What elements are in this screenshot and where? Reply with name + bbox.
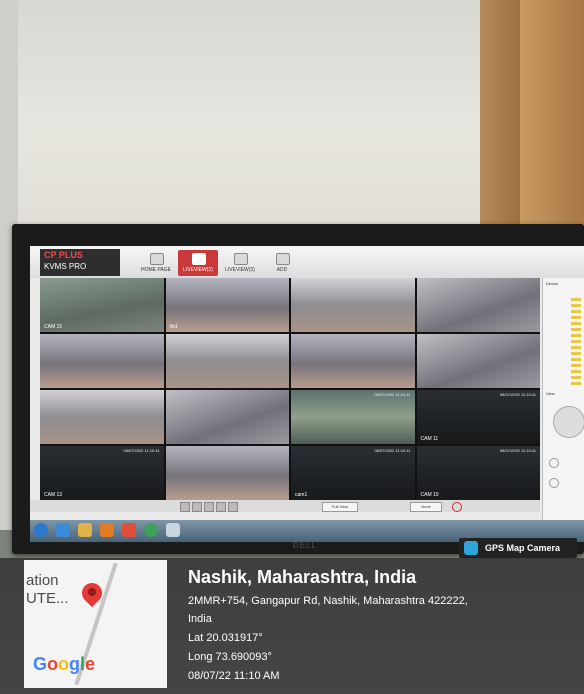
camera-label: hb1 (169, 324, 178, 330)
tab-label: LIVEVIEW(3) (225, 267, 255, 273)
layout-1-icon[interactable] (180, 502, 190, 512)
liveview-icon (192, 253, 206, 265)
home-icon (150, 253, 164, 265)
camera-timestamp: 08/07/2022 11:10:11 (374, 392, 411, 397)
location-address: 2MMR+754, Gangapur Rd, Nashik, Maharasht… (188, 595, 468, 607)
camera-tile[interactable]: 08/07/2022 11:10:11 cam1 (291, 446, 415, 500)
camera-timestamp: 08/07/2022 11:10:11 (374, 448, 411, 453)
camera-tile[interactable] (40, 334, 164, 388)
longitude: Long 73.690093° (188, 651, 272, 663)
camera-tile[interactable] (291, 278, 415, 332)
map-label: ation (26, 572, 59, 589)
liveview-icon (234, 253, 248, 265)
camera-tile[interactable] (165, 390, 289, 444)
map-pin-dot (88, 588, 96, 596)
location-country: India (188, 613, 212, 625)
camera-tile[interactable] (416, 334, 540, 388)
camera-tile[interactable] (291, 334, 415, 388)
door (520, 0, 584, 240)
ptz-control-pad[interactable] (553, 406, 584, 438)
zoom-in-icon[interactable] (549, 458, 559, 468)
tab-liveview-2[interactable]: LIVEVIEW(2) (178, 250, 218, 276)
location-city: Nashik, Maharashtra, India (188, 567, 417, 587)
layout-custom-icon[interactable] (228, 502, 238, 512)
camera-label: cam1 (295, 492, 308, 498)
ie-icon[interactable] (56, 523, 70, 537)
app-icon[interactable] (122, 523, 136, 537)
latitude: Lat 20.031917° (188, 632, 263, 644)
tab-label: HOME PAGE (141, 267, 171, 273)
record-icon[interactable] (452, 502, 462, 512)
layout-16-icon[interactable] (216, 502, 226, 512)
tab-label: ADD (276, 267, 288, 273)
camera-label: CAM 13 (44, 492, 63, 498)
camera-timestamp: 08/07/2022 11:10:11 (123, 448, 160, 453)
camera-tile[interactable]: 08/07/2022 11:10:11 CAM 10 (416, 446, 540, 500)
add-icon (276, 253, 290, 265)
camera-label: CAM 10 (420, 492, 439, 498)
door-frame (480, 0, 520, 235)
kvms-icon[interactable] (166, 523, 180, 537)
google-letter: g (69, 654, 81, 674)
google-letter: G (33, 654, 48, 674)
device-panel-title: Device (546, 281, 559, 286)
camera-tile[interactable]: 08/07/2022 11:10:11 CAM 13 (40, 446, 164, 500)
camera-tile[interactable] (165, 334, 289, 388)
tab-home-page[interactable]: HOME PAGE (136, 250, 176, 276)
camera-timestamp: 08/07/2022 11:10:11 (499, 392, 536, 397)
camera-tile[interactable]: CAM 15 (40, 278, 164, 332)
camera-tile[interactable] (416, 278, 540, 332)
camera-timestamp: 08/07/2022 11:10:11 (499, 448, 536, 453)
gps-app-badge: GPS Map Camera (459, 538, 577, 558)
tab-label: LIVEVIEW(2) (183, 267, 213, 273)
monitor-brand: DELL (293, 541, 318, 550)
device-list[interactable] (571, 298, 581, 388)
map-label: UTE... (26, 590, 69, 607)
device-panel: Device View (542, 278, 584, 542)
app-toolbar: CP PLUS KVMS PRO HOME PAGE LIVEVIEW(2) L… (30, 246, 584, 278)
logo-product: KVMS PRO (44, 262, 87, 271)
cctv-screen: CP PLUS KVMS PRO HOME PAGE LIVEVIEW(2) L… (30, 246, 584, 542)
view-panel-title: View (546, 391, 555, 396)
camera-tile[interactable]: hb1 (165, 278, 289, 332)
app-logo: CP PLUS KVMS PRO (40, 249, 120, 276)
tab-add[interactable]: ADD (262, 250, 302, 276)
gps-camera-icon (464, 541, 478, 555)
stream-select[interactable]: None (410, 502, 442, 512)
layout-9-icon[interactable] (204, 502, 214, 512)
google-letter: o (58, 654, 70, 674)
camera-tile[interactable] (40, 390, 164, 444)
layout-4-icon[interactable] (192, 502, 202, 512)
logo-brand: CP PLUS (44, 250, 83, 260)
chrome-icon[interactable] (144, 523, 158, 537)
camera-label: CAM 15 (44, 324, 63, 330)
layout-controls: Full View None (30, 500, 540, 512)
gps-app-label: GPS Map Camera (485, 543, 561, 553)
camera-grid: CAM 15 hb1 08/07/2022 11:10:11 08/07/202… (40, 278, 540, 500)
zoom-out-icon[interactable] (549, 478, 559, 488)
start-icon[interactable] (34, 523, 48, 537)
media-icon[interactable] (100, 523, 114, 537)
capture-datetime: 08/07/22 11:10 AM (188, 670, 280, 682)
google-letter: o (47, 654, 59, 674)
camera-tile[interactable]: 08/07/2022 11:10:11 (291, 390, 415, 444)
google-logo: Google (33, 654, 95, 675)
folder-icon[interactable] (78, 523, 92, 537)
camera-label: CAM 11 (420, 436, 439, 442)
google-letter: e (85, 654, 96, 674)
camera-tile[interactable] (165, 446, 289, 500)
tab-liveview-3[interactable]: LIVEVIEW(3) (220, 250, 260, 276)
layout-select[interactable]: Full View (322, 502, 358, 512)
camera-tile[interactable]: 08/07/2022 11:10:11 CAM 11 (416, 390, 540, 444)
